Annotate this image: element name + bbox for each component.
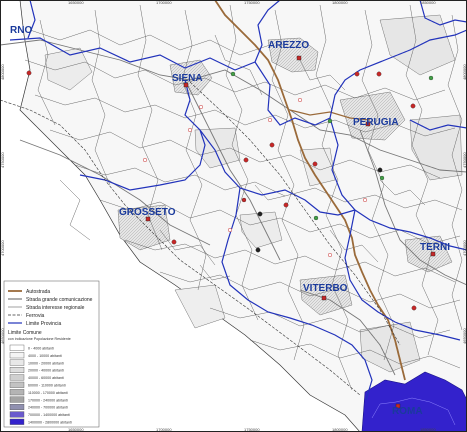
legend-road-label: Autostrada [26, 289, 50, 295]
legend-class-label: 700000 - 1400000 abitanti [28, 413, 70, 417]
legend-class-label: 240000 - 700000 abitanti [28, 406, 68, 410]
legend-class-swatch [9, 381, 25, 388]
legend-class-swatch [9, 367, 25, 374]
legend-class-label: 40000 - 60000 abitanti [28, 376, 64, 380]
city-label-terni: TERNI [420, 242, 450, 253]
map-canvas: RNO AREZZO SIENA PERUGIA GROSSETO TERNI … [0, 0, 467, 432]
city-label-roma: ROMA [392, 406, 423, 417]
legend-road-label: Limite Provincia [26, 321, 62, 327]
city-label-viterbo: VITERBO [303, 283, 348, 294]
legend-road-label: Strada interesse regionale [26, 305, 85, 311]
city-label-siena: SIENA [172, 73, 203, 84]
map-svg: RNO AREZZO SIENA PERUGIA GROSSETO TERNI … [0, 0, 467, 432]
legend-class-label: 4000 - 10000 abitanti [28, 354, 62, 358]
legend-class-swatch [9, 359, 25, 366]
legend-class-label: 0 - 4000 abitanti [28, 347, 54, 351]
legend-class-swatch [9, 411, 25, 418]
legend-class-swatch [9, 404, 25, 411]
legend-class-swatch [9, 418, 25, 425]
legend-class-label: 20000 - 40000 abitanti [28, 369, 64, 373]
city-label-grosseto: GROSSETO [119, 207, 176, 218]
legend-road-label: Strada grande comunicazione [26, 297, 93, 303]
legend-road-label: Ferrovia [26, 313, 45, 319]
legend-comuni-subtitle: con indicazione Popolazione Residente [8, 337, 71, 341]
legend-comuni-title: Limite Comune [8, 330, 42, 336]
map-legend: Autostrada Strada grande comunicazione S… [3, 280, 100, 428]
legend-class-swatch [9, 374, 25, 381]
legend-class-label: 10000 - 20000 abitanti [28, 361, 64, 365]
legend-class-label: 60000 - 110000 abitanti [28, 384, 66, 388]
legend-class-swatch [9, 352, 25, 359]
legend-class-swatch [9, 389, 25, 396]
city-label-arezzo: AREZZO [268, 40, 309, 51]
city-label-rno: RNO [10, 25, 32, 36]
legend-class-label: 110000 - 170000 abitanti [28, 391, 68, 395]
legend-class-label: 1400000 - 2800000 abitanti [28, 421, 72, 425]
legend-class-swatch [9, 396, 25, 403]
legend-class-swatch [9, 344, 25, 351]
city-label-perugia: PERUGIA [353, 117, 399, 128]
legend-class-label: 170000 - 240000 abitanti [28, 398, 68, 402]
